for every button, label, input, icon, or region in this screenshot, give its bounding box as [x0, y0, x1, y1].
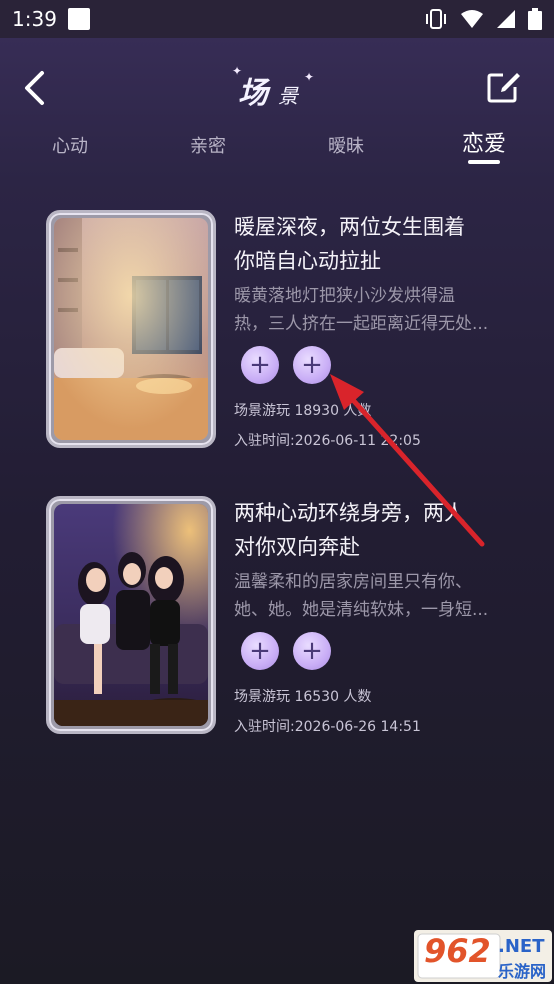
scene-description-line: 温馨柔和的居家房间里只有你、 [234, 572, 472, 592]
scene-play-count: 场景游玩 16530 人数 [234, 689, 372, 705]
add-button[interactable]: + [241, 346, 279, 384]
page-title: ✦ 场 景 ✦ [230, 64, 330, 111]
tab-qinmi[interactable]: 亲密 [190, 132, 226, 158]
watermark-logo: 962 .NET 乐游网 [414, 930, 552, 982]
vibrate-icon [426, 9, 446, 29]
chevron-left-icon [25, 71, 44, 105]
plus-icon: + [249, 350, 271, 380]
sparkle-icon: ✦ [304, 70, 315, 84]
status-bar: 1:39 [0, 0, 554, 38]
watermark-brand: 962 [424, 932, 491, 970]
annotation-arrow-icon [330, 374, 485, 547]
edit-button[interactable] [486, 70, 522, 104]
scene-image [54, 504, 208, 726]
battery-icon [528, 8, 542, 30]
scene-description: 温馨柔和的居家房间里只有你、 她、她。她是清纯软妹，一身短... [234, 568, 514, 624]
scene-thumbnail[interactable] [46, 210, 216, 448]
scene-title-line: 你暗自心动拉扯 [234, 249, 381, 273]
page-title-main: 场 [238, 76, 268, 111]
scene-description: 暖黄落地灯把狭小沙发烘得温 热，三人挤在一起距离近得无处... [234, 282, 514, 338]
watermark-sub: 乐游网 [498, 962, 547, 981]
scene-description-line: 热，三人挤在一起距离近得无处... [234, 314, 489, 334]
signal-icon [497, 10, 515, 28]
tab-active-indicator [468, 160, 500, 164]
edit-square-icon [487, 73, 520, 103]
add-button[interactable]: + [293, 632, 331, 670]
plus-icon: + [301, 636, 323, 666]
add-button[interactable]: + [241, 632, 279, 670]
scene-title: 暖屋深夜，两位女生围着 你暗自心动拉扯 [234, 210, 534, 278]
tab-bar: 心动 亲密 暧昧 恋爱 [0, 124, 554, 164]
scene-join-time: 入驻时间:2026-06-26 14:51 [234, 719, 421, 735]
plus-icon: + [249, 636, 271, 666]
watermark-suffix: .NET [498, 936, 545, 957]
scene-description-line: 她、她。她是清纯软妹，一身短... [234, 600, 489, 620]
back-button[interactable] [22, 68, 52, 108]
tab-aimei[interactable]: 暧昧 [328, 132, 364, 158]
tab-lianai[interactable]: 恋爱 [462, 126, 506, 158]
notification-icon [68, 8, 90, 30]
page-title-sub: 景 [278, 84, 298, 108]
scene-description-line: 暖黄落地灯把狭小沙发烘得温 [234, 286, 455, 306]
tab-xindong[interactable]: 心动 [52, 132, 88, 158]
scene-image [54, 218, 208, 440]
scene-title-line: 暖屋深夜，两位女生围着 [234, 215, 465, 239]
scene-thumbnail[interactable] [46, 496, 216, 734]
status-icons [424, 8, 542, 30]
status-time: 1:39 [12, 7, 57, 31]
wifi-icon [461, 10, 483, 28]
